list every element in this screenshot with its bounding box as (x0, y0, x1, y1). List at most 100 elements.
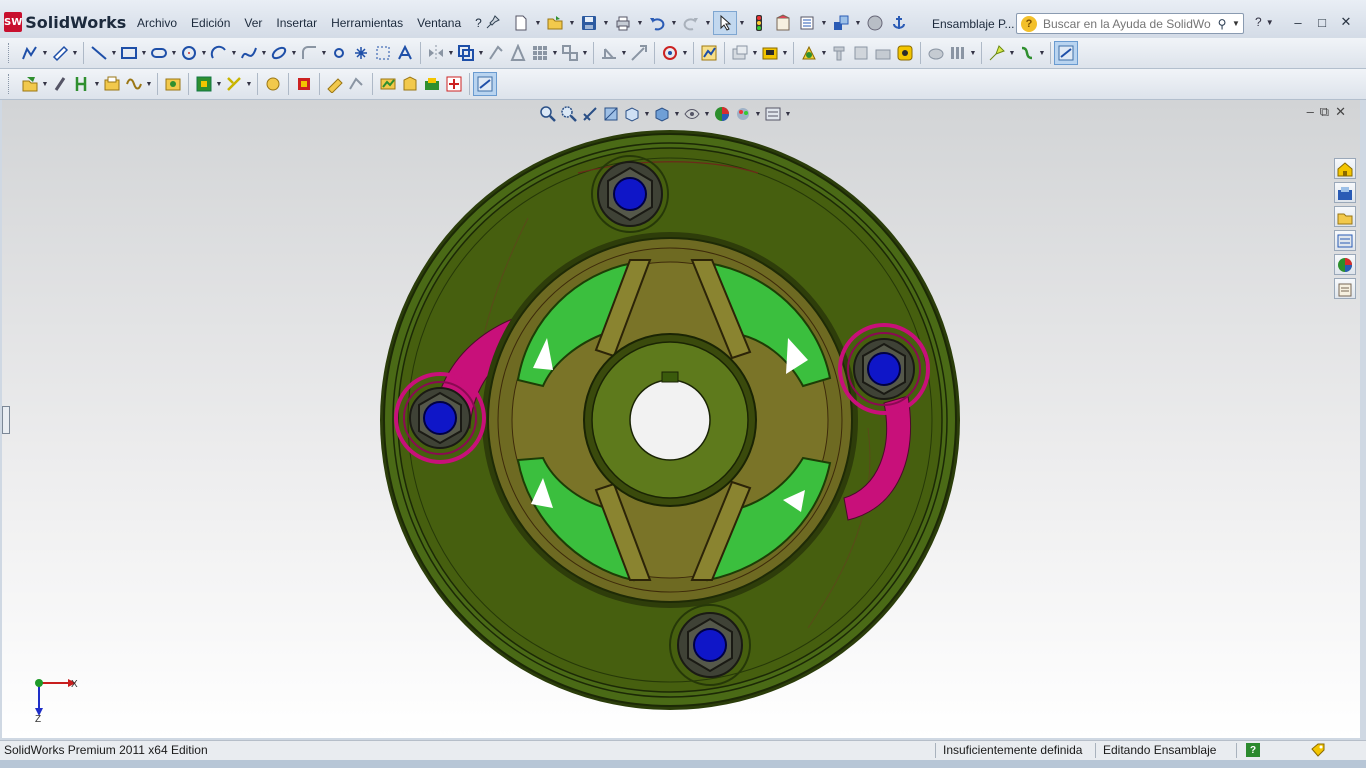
menu-ventana[interactable]: Ventana (410, 14, 468, 32)
trim-extend-icon[interactable] (223, 73, 245, 95)
move-entities-icon[interactable] (559, 42, 581, 64)
dimension-dropdown-icon[interactable]: ▼ (71, 42, 79, 64)
structural-member-icon[interactable] (193, 73, 215, 95)
status-tag-icon[interactable] (1310, 743, 1326, 757)
view-orientation-dropdown-icon[interactable]: ▼ (643, 103, 651, 125)
doc-minimize-button[interactable]: – (1307, 104, 1314, 120)
line-dropdown-icon[interactable]: ▼ (110, 42, 118, 64)
undo-dropdown-icon[interactable]: ▼ (670, 12, 678, 34)
miter-flange-icon[interactable] (399, 73, 421, 95)
menu-ver[interactable]: Ver (237, 14, 269, 32)
construction-geometry-icon[interactable] (372, 42, 394, 64)
rapid-sketch-icon[interactable] (698, 42, 720, 64)
show-hidden-icon[interactable] (872, 42, 894, 64)
attach-icon[interactable] (49, 73, 71, 95)
convert-entities-icon[interactable] (485, 42, 507, 64)
split-line-icon[interactable] (71, 73, 93, 95)
previous-view-icon[interactable] (580, 104, 600, 124)
options-dropdown-icon[interactable]: ▼ (820, 12, 828, 34)
spline-dropdown-icon[interactable]: ▼ (260, 42, 268, 64)
design-library-icon[interactable] (1334, 206, 1356, 227)
helix-dropdown-icon[interactable]: ▼ (145, 73, 153, 95)
save-dropdown-icon[interactable]: ▼ (602, 12, 610, 34)
component-pattern-icon[interactable] (798, 42, 820, 64)
doc-close-button[interactable]: ✕ (1335, 104, 1346, 120)
insert-component-icon[interactable] (729, 42, 751, 64)
slot-dropdown-icon[interactable]: ▼ (170, 42, 178, 64)
save-icon[interactable] (578, 12, 600, 34)
maximize-button[interactable]: □ (1310, 12, 1334, 32)
doc-restore-button[interactable]: ⧉ (1320, 104, 1329, 120)
component-dropdown-icon[interactable]: ▼ (751, 42, 759, 64)
resources-icon[interactable] (1334, 182, 1356, 203)
status-help-icon[interactable]: ? (1246, 743, 1260, 757)
move-component-icon[interactable] (850, 42, 872, 64)
mirror-entities-icon[interactable] (425, 42, 447, 64)
point-icon[interactable] (328, 42, 350, 64)
new-dropdown-icon[interactable]: ▼ (534, 12, 542, 34)
weld-bead-icon[interactable] (162, 73, 184, 95)
new-document-icon[interactable] (510, 12, 532, 34)
pattern-dropdown-icon[interactable]: ▼ (551, 42, 559, 64)
jog-icon[interactable] (443, 73, 465, 95)
base-flange-icon[interactable] (346, 73, 368, 95)
zoom-area-icon[interactable] (559, 104, 579, 124)
quick-snaps-icon[interactable] (659, 42, 681, 64)
help-button[interactable]: ? (1255, 15, 1262, 29)
close-button[interactable]: ✕ (1334, 12, 1358, 32)
explode-dropdown-icon[interactable]: ▼ (1008, 42, 1016, 64)
add-relation-icon[interactable] (628, 42, 650, 64)
view-settings-dropdown-icon[interactable]: ▼ (784, 103, 792, 125)
search-icon[interactable]: ⚲ (1213, 17, 1231, 31)
sketch-dropdown-icon[interactable]: ▼ (41, 42, 49, 64)
globe-icon[interactable] (864, 12, 886, 34)
pattern2-dropdown-icon[interactable]: ▼ (820, 42, 828, 64)
spline-icon[interactable] (238, 42, 260, 64)
structural-dropdown-icon[interactable]: ▼ (215, 73, 223, 95)
display-style-icon[interactable] (652, 104, 672, 124)
edit-appearance-icon[interactable] (712, 104, 732, 124)
reference-geometry-icon[interactable] (925, 42, 947, 64)
redo-icon[interactable] (680, 12, 702, 34)
explode-line-dropdown-icon[interactable]: ▼ (1038, 42, 1046, 64)
menu-herramientas[interactable]: Herramientas (324, 14, 410, 32)
slot-icon[interactable] (148, 42, 170, 64)
assembly-dropdown-icon[interactable]: ▼ (854, 12, 862, 34)
mate-dropdown-icon[interactable]: ▼ (781, 42, 789, 64)
help-search-input[interactable] (1041, 15, 1213, 32)
edge-flange-icon[interactable] (377, 73, 399, 95)
motion-dropdown-icon[interactable]: ▼ (969, 42, 977, 64)
split-dropdown-icon[interactable]: ▼ (93, 73, 101, 95)
minimize-button[interactable]: – (1286, 12, 1310, 32)
file-properties-icon[interactable] (772, 12, 794, 34)
redo-dropdown-icon[interactable]: ▼ (704, 12, 712, 34)
section-view-icon[interactable] (601, 104, 621, 124)
select-cursor-icon[interactable] (713, 11, 737, 35)
ellipse-dropdown-icon[interactable]: ▼ (290, 42, 298, 64)
view-settings-icon[interactable] (763, 104, 783, 124)
gusset-icon[interactable] (293, 73, 315, 95)
pin-menu-icon[interactable] (486, 15, 500, 29)
open-dropdown-icon[interactable]: ▼ (568, 12, 576, 34)
appearances-icon[interactable] (1334, 254, 1356, 275)
exploded-view-icon[interactable] (986, 42, 1008, 64)
menu-edicion[interactable]: Edición (184, 14, 237, 32)
hem-icon[interactable] (421, 73, 443, 95)
custom-properties-icon[interactable] (1334, 278, 1356, 299)
zoom-to-fit-icon[interactable] (538, 104, 558, 124)
trim-extend-dropdown-icon[interactable]: ▼ (245, 73, 253, 95)
ellipse-icon[interactable] (268, 42, 290, 64)
arc-icon[interactable] (208, 42, 230, 64)
snaps-dropdown-icon[interactable]: ▼ (681, 42, 689, 64)
apply-scene-icon[interactable] (733, 104, 753, 124)
mate-icon[interactable] (759, 42, 781, 64)
fillet-dropdown-icon[interactable]: ▼ (320, 42, 328, 64)
apply-scene-dropdown-icon[interactable]: ▼ (754, 103, 762, 125)
hide-show-items-icon[interactable] (682, 104, 702, 124)
home-icon[interactable] (1334, 158, 1356, 179)
text-icon[interactable] (394, 42, 416, 64)
rectangle-icon[interactable] (118, 42, 140, 64)
new-motion-study-icon[interactable] (947, 42, 969, 64)
move-dropdown-icon[interactable]: ▼ (581, 42, 589, 64)
smart-dimension-icon[interactable] (49, 42, 71, 64)
